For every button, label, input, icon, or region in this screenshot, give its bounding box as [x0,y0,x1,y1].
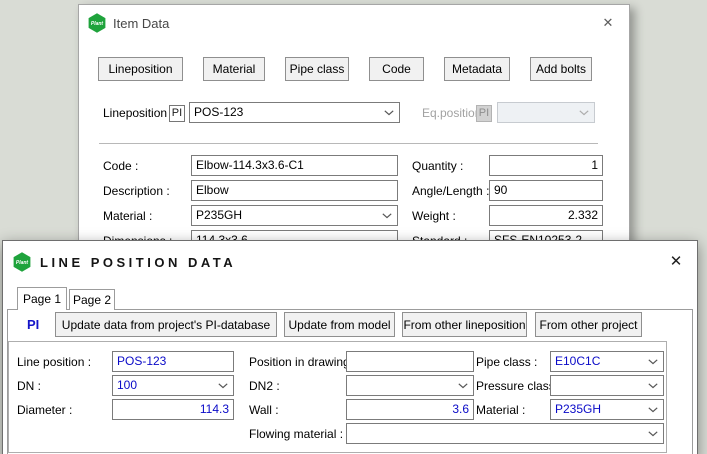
close-icon[interactable]: ✕ [665,251,687,271]
chevron-down-icon [648,383,658,389]
close-icon[interactable]: ✕ [597,13,619,33]
lineposition-label: Lineposition : [103,102,174,124]
chevron-down-icon [218,383,228,389]
pipe-class-label: Pipe class : [476,351,537,373]
chevron-down-icon [382,213,392,219]
line-position-label: Line position : [17,351,91,373]
from-other-lineposition-button[interactable]: From other lineposition [402,312,527,337]
code-button[interactable]: Code [369,57,424,81]
eq-position-pi-badge: PI [476,105,492,122]
flowing-material-combo[interactable] [346,423,664,444]
position-in-drawing-label: Position in drawing : [249,351,356,373]
weight-input[interactable]: 2.332 [489,205,603,226]
chevron-down-icon [458,383,468,389]
description-input[interactable]: Elbow [191,180,398,201]
item-toolbar: Lineposition Material Pipe class Code Me… [98,57,592,81]
material-combo[interactable]: P235GH [550,399,664,420]
from-other-project-button[interactable]: From other project [535,312,642,337]
position-in-drawing-input[interactable] [346,351,474,372]
window-title: LINE POSITION DATA [40,255,236,270]
plant-app-icon: Plant [13,252,31,272]
pressure-class-label: Pressure class : [476,375,561,397]
line-position-data-window: Plant LINE POSITION DATA ✕ Page 1 Page 2… [2,240,698,454]
wall-label: Wall : [249,399,279,421]
weight-label: Weight : [412,205,456,227]
code-label: Code : [103,155,138,177]
update-from-model-button[interactable]: Update from model [284,312,395,337]
add-bolts-button[interactable]: Add bolts [530,57,592,81]
item-data-window: Plant Item Data ✕ Lineposition Material … [78,4,630,244]
dn-label: DN : [17,375,41,397]
plant-app-icon: Plant [88,13,106,33]
svg-text:Plant: Plant [91,21,104,27]
diameter-label: Diameter : [17,399,72,421]
pressure-class-combo[interactable] [550,375,664,396]
code-input[interactable]: Elbow-114.3x3.6-C1 [191,155,398,176]
angle-length-label: Angle/Length : [412,180,489,202]
chevron-down-icon [384,110,394,116]
dn-combo[interactable]: 100 [112,375,234,396]
metadata-button[interactable]: Metadata [444,57,510,81]
tab-page-2[interactable]: Page 2 [69,289,115,310]
quantity-input[interactable]: 1 [489,155,603,176]
diameter-input[interactable]: 114.3 [112,399,234,420]
lineposition-pi-badge[interactable]: PI [169,105,185,122]
chevron-down-icon [579,110,589,116]
material-label: Material : [103,205,152,227]
material-combo[interactable]: P235GH [191,205,398,226]
line-position-input[interactable]: POS-123 [112,351,234,372]
chevron-down-icon [648,407,658,413]
material-label: Material : [476,399,525,421]
flowing-material-label: Flowing material : [249,423,343,445]
wall-input[interactable]: 3.6 [346,399,474,420]
window-title: Item Data [113,16,169,31]
quantity-label: Quantity : [412,155,463,177]
pipe-class-button[interactable]: Pipe class [285,57,349,81]
lineposition-button[interactable]: Lineposition [98,57,183,81]
lineposition-combo[interactable]: POS-123 [189,102,400,123]
dn2-combo[interactable] [346,375,474,396]
chevron-down-icon [648,359,658,365]
update-from-pi-database-button[interactable]: Update data from project's PI-database [55,312,277,337]
item-data-titlebar[interactable]: Plant Item Data [79,5,629,41]
tab-page-1[interactable]: Page 1 [17,287,67,310]
pipe-class-combo[interactable]: E10C1C [550,351,664,372]
eq-position-combo [497,102,595,123]
description-label: Description : [103,180,170,202]
group-separator [99,143,598,144]
chevron-down-icon [648,431,658,437]
svg-text:Plant: Plant [16,260,29,266]
pi-label: PI [27,317,39,332]
line-position-titlebar[interactable]: Plant LINE POSITION DATA [3,241,697,283]
angle-length-input[interactable]: 90 [489,180,603,201]
dn2-label: DN2 : [249,375,280,397]
material-button[interactable]: Material [203,57,265,81]
